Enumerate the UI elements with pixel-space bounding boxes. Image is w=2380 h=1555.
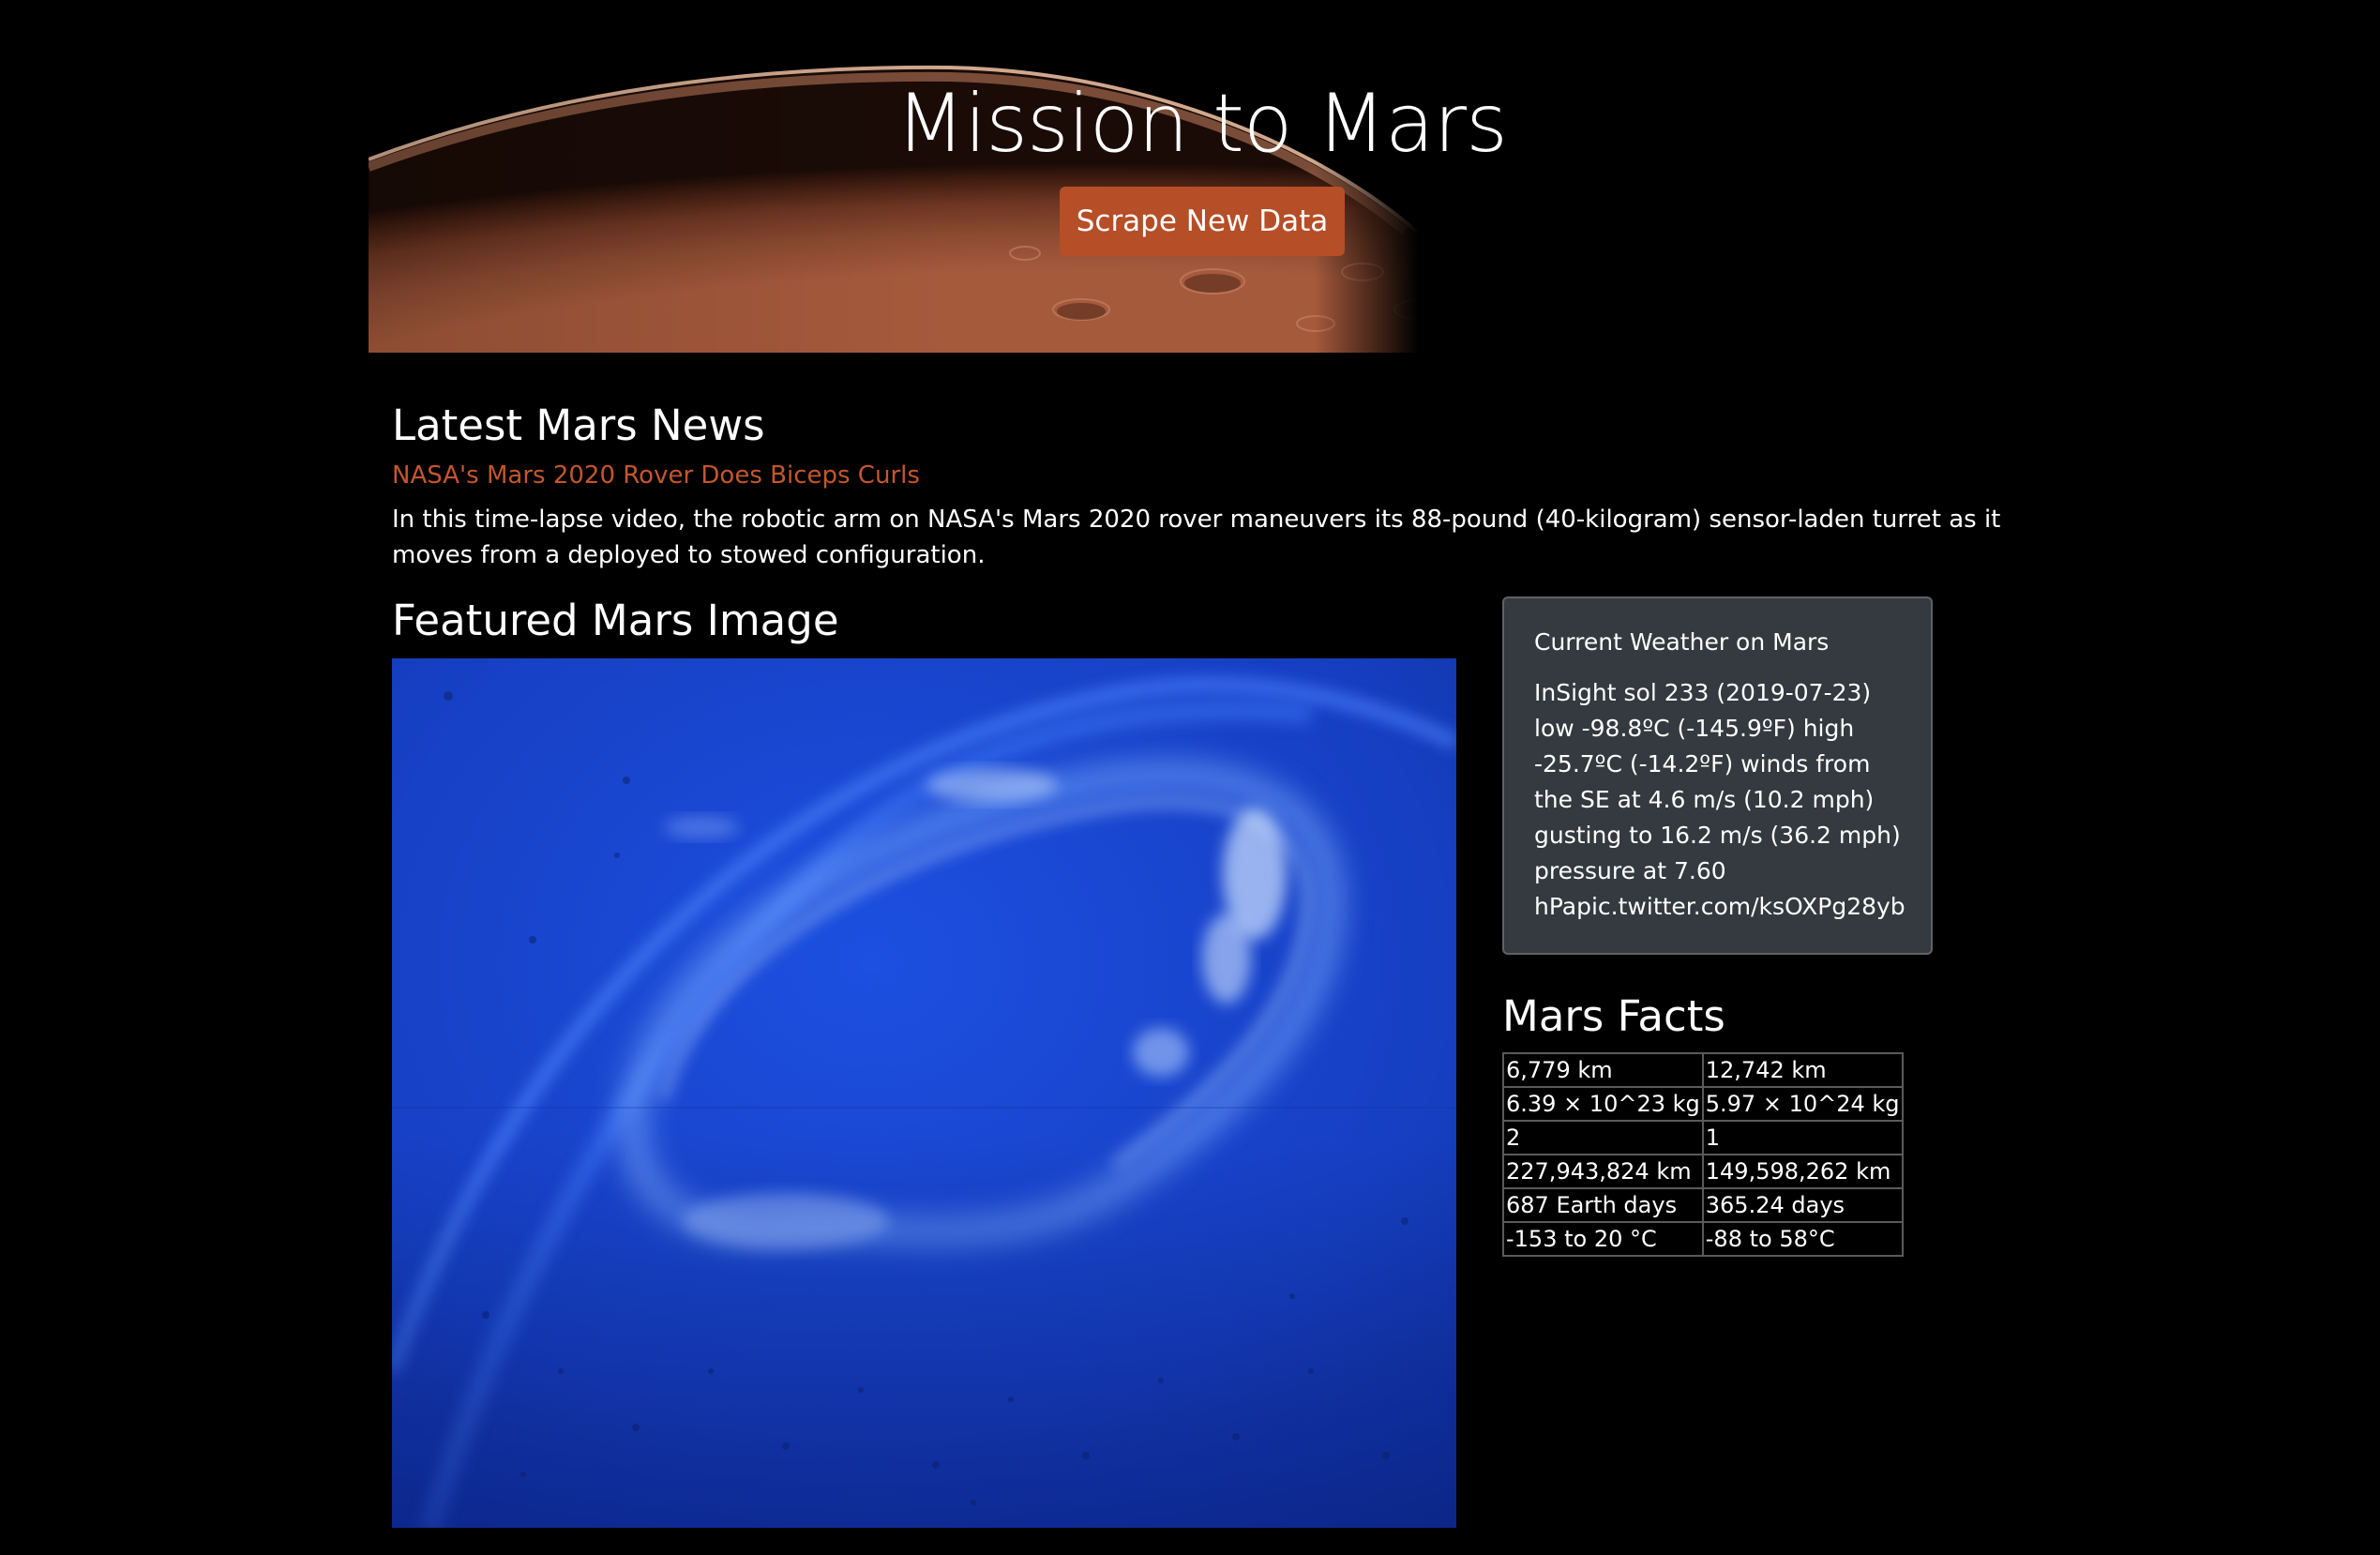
- table-row: 687 Earth days 365.24 days: [1502, 1187, 1904, 1223]
- table-cell: 365.24 days: [1701, 1187, 1904, 1223]
- facts-heading: Mars Facts: [1502, 991, 1725, 1041]
- news-teaser: In this time-lapse video, the robotic ar…: [392, 506, 2001, 569]
- scrape-new-data-button[interactable]: Scrape New Data: [1060, 187, 1345, 256]
- table-cell: 2: [1502, 1120, 1704, 1155]
- table-cell: 687 Earth days: [1502, 1187, 1704, 1223]
- table-cell: 5.97 × 10^24 kg: [1701, 1086, 1904, 1122]
- page: Mission to Mars Scrape New Data Latest M…: [0, 0, 2380, 1555]
- table-cell: 1: [1701, 1120, 1904, 1155]
- table-cell: -88 to 58°C: [1701, 1221, 1904, 1257]
- weather-card: Current Weather on Mars InSight sol 233 …: [1502, 596, 1933, 955]
- news-heading: Latest Mars News: [392, 400, 765, 450]
- header: Mission to Mars: [0, 0, 2380, 353]
- table-cell: 6.39 × 10^23 kg: [1502, 1086, 1704, 1122]
- table-cell: 149,598,262 km: [1701, 1154, 1904, 1189]
- table-row: -153 to 20 °C -88 to 58°C: [1502, 1221, 1904, 1257]
- table-row: 6,779 km 12,742 km: [1502, 1052, 1904, 1088]
- table-cell: -153 to 20 °C: [1502, 1221, 1704, 1257]
- table-cell: 227,943,824 km: [1502, 1154, 1704, 1189]
- news-title-link[interactable]: NASA's Mars 2020 Rover Does Biceps Curls: [392, 458, 920, 493]
- featured-image[interactable]: [392, 658, 1456, 1528]
- aurora-image: [392, 658, 1456, 1528]
- table-row: 227,943,824 km 149,598,262 km: [1502, 1154, 1904, 1189]
- weather-text: InSight sol 233 (2019-07-23) low -98.8ºC…: [1534, 679, 1906, 920]
- facts-table: 6,779 km 12,742 km 6.39 × 10^23 kg 5.97 …: [1502, 1052, 1904, 1257]
- weather-title: Current Weather on Mars: [1534, 628, 1830, 656]
- table-row: 2 1: [1502, 1120, 1904, 1155]
- table-cell: 6,779 km: [1502, 1052, 1704, 1088]
- page-title: Mission to Mars: [896, 77, 1508, 171]
- table-cell: 12,742 km: [1701, 1052, 1904, 1088]
- table-row: 6.39 × 10^23 kg 5.97 × 10^24 kg: [1502, 1086, 1904, 1122]
- featured-image-heading: Featured Mars Image: [392, 596, 839, 645]
